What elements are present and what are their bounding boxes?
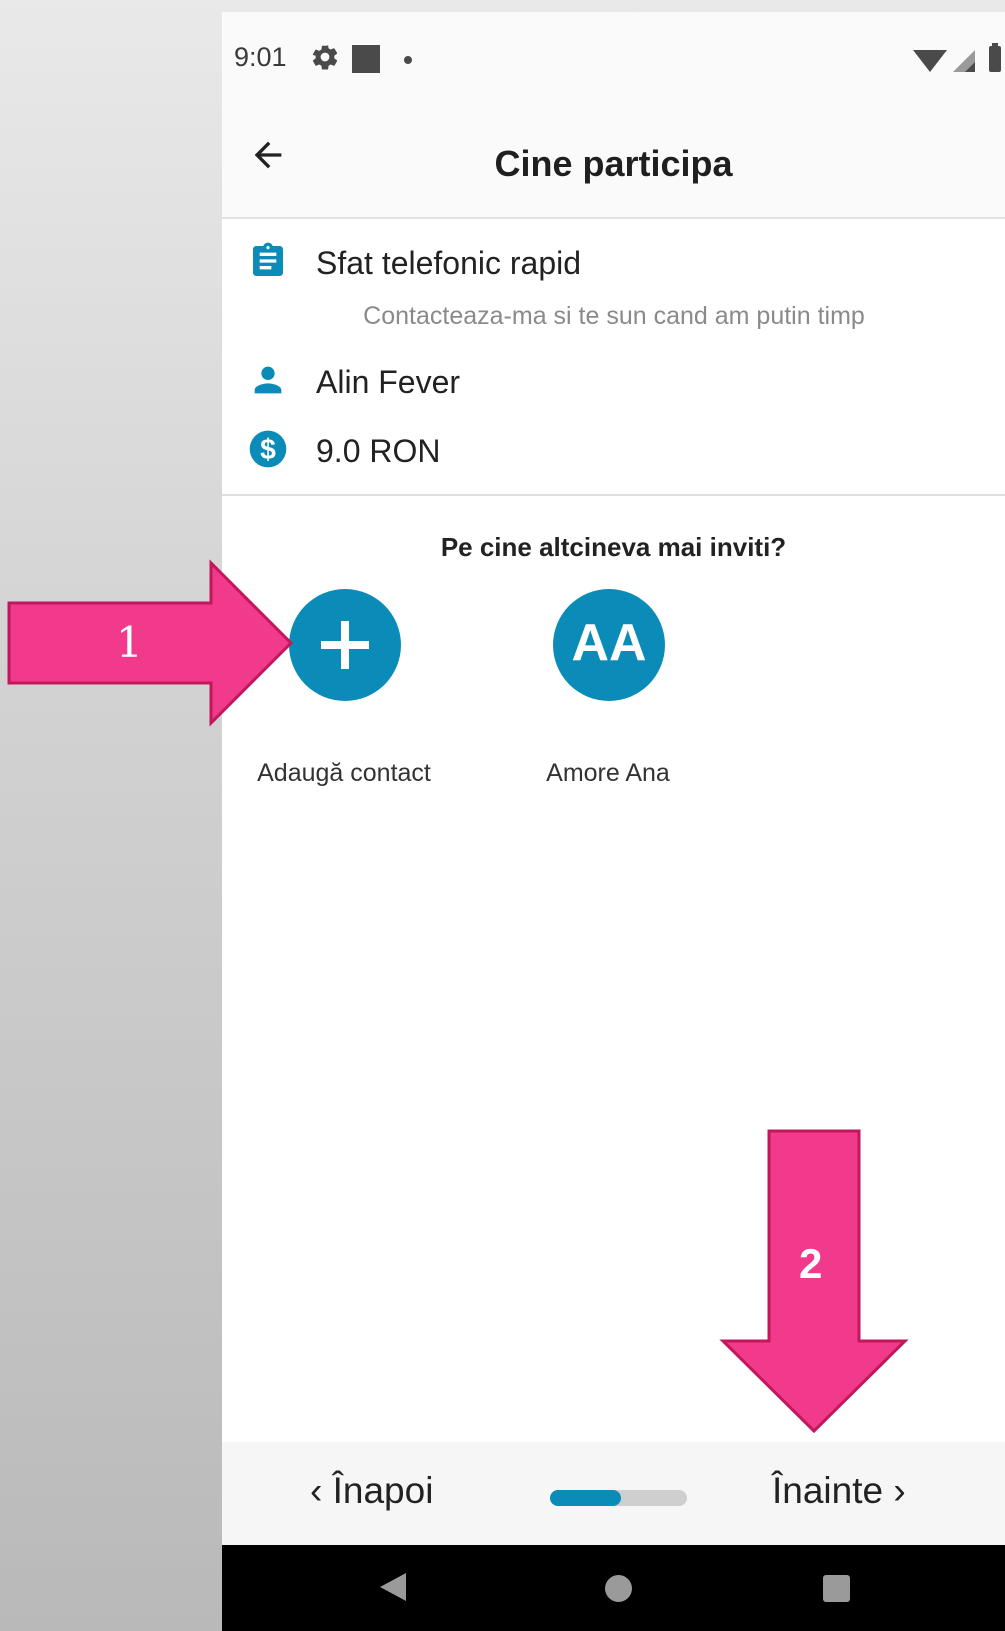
system-back-icon[interactable]	[378, 1571, 408, 1603]
add-contact-circle[interactable]	[289, 589, 401, 701]
service-info: Sfat telefonic rapid Contacteaza-ma si t…	[222, 219, 1005, 496]
status-bar: 9:01	[222, 12, 1005, 107]
service-description: Contacteaza-ma si te sun cand am putin t…	[363, 302, 865, 330]
system-navigation-bar	[222, 1545, 1005, 1631]
callout-number-1: 1	[116, 618, 143, 667]
settings-gear-icon	[312, 45, 338, 70]
price-row: $ 9.0 RON	[222, 429, 1005, 479]
page-title: Cine participa	[494, 143, 733, 184]
system-home-icon[interactable]	[605, 1575, 632, 1602]
svg-text:$: $	[260, 434, 276, 466]
service-name-row: Sfat telefonic rapid	[222, 241, 1005, 291]
dollar-coin-icon: $	[249, 430, 287, 468]
status-time: 9:01	[234, 42, 287, 72]
progress-bar	[550, 1490, 687, 1506]
next-button[interactable]: Înainte ›	[772, 1470, 906, 1512]
contact-amore-ana[interactable]: AA Amore Ana	[498, 589, 718, 819]
avatar[interactable]: AA	[553, 589, 665, 701]
person-icon	[254, 366, 282, 394]
chevron-right-icon: ›	[883, 1470, 906, 1511]
price: 9.0 RON	[316, 433, 441, 469]
wifi-signal-battery-icon	[913, 43, 1001, 72]
expert-row: Alin Fever	[222, 360, 1005, 410]
notification-square-icon	[352, 45, 380, 73]
progress-fill	[550, 1490, 622, 1506]
phone-screen: 9:01 Cine participa Sfat telefonic rapid…	[222, 12, 1005, 1631]
clipboard-icon	[253, 242, 283, 276]
next-label: Înainte	[772, 1470, 884, 1511]
system-recents-icon[interactable]	[823, 1575, 850, 1602]
service-name: Sfat telefonic rapid	[316, 245, 582, 281]
back-label: Înapoi	[332, 1470, 434, 1511]
plus-icon	[321, 621, 369, 669]
callout-number-2: 2	[799, 1240, 823, 1287]
app-bar: Cine participa	[222, 107, 1005, 219]
expert-name: Alin Fever	[316, 364, 461, 400]
contact-name: Amore Ana	[546, 759, 670, 787]
chevron-left-icon: ‹	[310, 1470, 333, 1511]
notification-dot-icon	[404, 56, 412, 64]
avatar-initials: AA	[571, 614, 647, 672]
back-button[interactable]: ‹ Înapoi	[310, 1470, 433, 1512]
bottom-navigation: ‹ Înapoi Înainte ›	[222, 1442, 1005, 1545]
add-contact-button[interactable]: Adaugă contact	[234, 589, 454, 819]
invite-title: Pe cine altcineva mai inviti?	[440, 532, 787, 562]
add-contact-label: Adaugă contact	[257, 759, 431, 787]
